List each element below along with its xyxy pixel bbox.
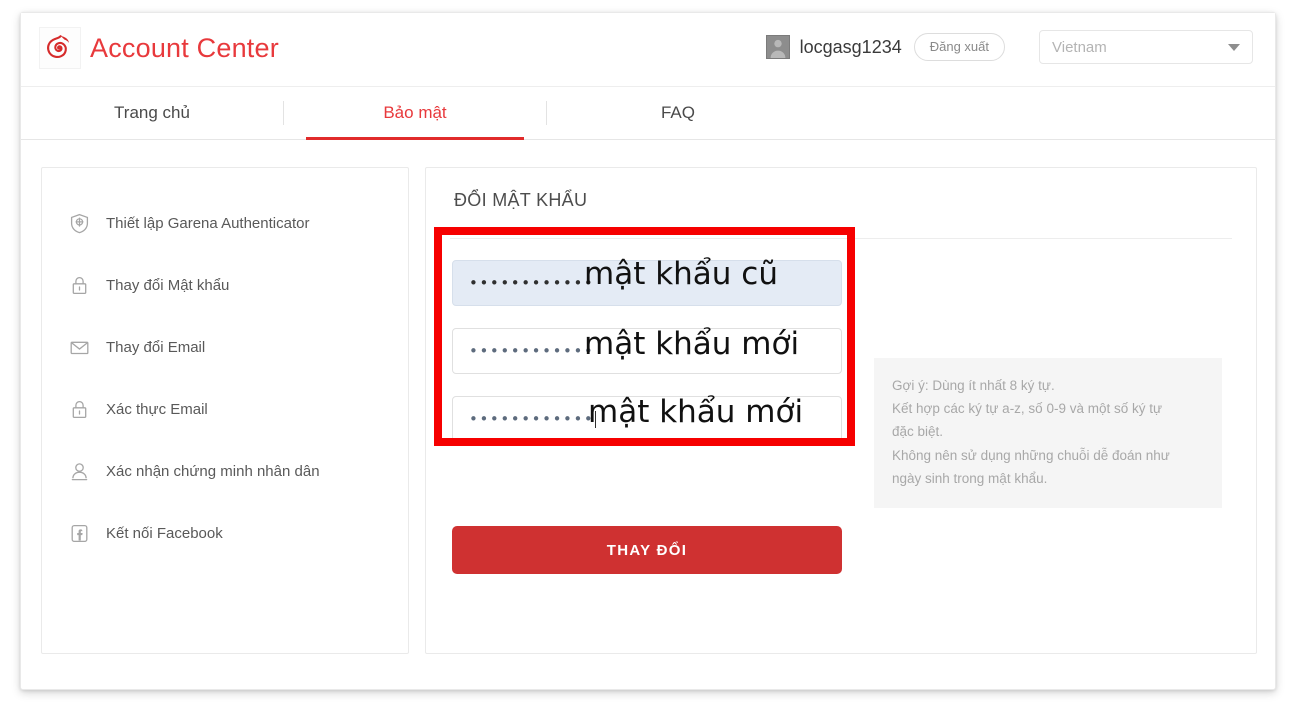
sidebar-item-label: Xác thực Email (106, 400, 208, 418)
new-password-value: •••••••••••• (469, 341, 595, 360)
tab-label: Trang chủ (114, 103, 190, 122)
sidebar-item-label: Kết nối Facebook (106, 524, 223, 542)
tab-label: Bảo mật (383, 103, 447, 122)
app-header: Account Center locgasg1234 Đăng xuất Vie… (21, 13, 1275, 87)
page-title: ĐỔI MẬT KHẨU (454, 190, 588, 210)
confirm-password-input[interactable]: •••••••••••• (452, 396, 842, 442)
submit-change-password-button[interactable]: THAY ĐỔI (452, 526, 842, 574)
person-id-icon (68, 460, 90, 482)
hint-line: đặc biệt. (892, 424, 944, 440)
logout-button[interactable]: Đăng xuất (913, 33, 1005, 61)
region-select-value: Vietnam (1052, 38, 1107, 56)
garena-logo-icon (39, 27, 81, 69)
body-area: Thiết lập Garena Authenticator Thay đổi … (21, 140, 1275, 691)
tab-trang-chu[interactable]: Trang chủ (21, 87, 283, 139)
envelope-icon (68, 336, 90, 358)
current-password-input[interactable]: •••••••••••• (452, 260, 842, 306)
change-password-panel: ĐỔI MẬT KHẨU •••••••••••• •••••••••••• •… (425, 167, 1257, 654)
screen-root: Account Center locgasg1234 Đăng xuất Vie… (0, 0, 1300, 704)
sidebar-item-authenticator[interactable]: Thiết lập Garena Authenticator (42, 192, 408, 254)
lock-icon (68, 274, 90, 296)
hint-line: Gợi ý: Dùng ít nhất 8 ký tự. (892, 378, 1055, 393)
new-password-input[interactable]: •••••••••••• (452, 328, 842, 374)
tab-faq[interactable]: FAQ (547, 87, 809, 139)
sidebar-item-label: Thay đổi Email (106, 338, 206, 356)
panel-divider (450, 238, 1232, 239)
tab-bao-mat[interactable]: Bảo mật (284, 87, 546, 140)
hint-line: Kết hợp các ký tự a-z, số 0-9 và một số … (892, 401, 1163, 417)
text-cursor (595, 410, 597, 428)
brand: Account Center (39, 27, 279, 69)
sidebar-item-label: Thiết lập Garena Authenticator (106, 214, 310, 232)
sidebar-item-verify-id[interactable]: Xác nhận chứng minh nhân dân (42, 440, 408, 502)
shield-icon (68, 212, 90, 234)
current-password-value: •••••••••••• (469, 273, 595, 292)
password-hint-box: Gợi ý: Dùng ít nhất 8 ký tự. Kết hợp các… (874, 358, 1222, 509)
confirm-password-value: •••••••••••• (469, 409, 595, 428)
sidebar-item-label: Xác nhận chứng minh nhân dân (106, 462, 320, 480)
region-select[interactable]: Vietnam (1039, 30, 1253, 64)
lock-icon (68, 398, 90, 420)
security-sidebar: Thiết lập Garena Authenticator Thay đổi … (41, 167, 409, 654)
sidebar-item-label: Thay đổi Mật khẩu (106, 276, 230, 294)
sidebar-item-verify-email[interactable]: Xác thực Email (42, 378, 408, 440)
user-avatar-icon (765, 35, 790, 59)
sidebar-item-change-email[interactable]: Thay đổi Email (42, 316, 408, 378)
app-title: Account Center (90, 32, 279, 63)
username-label: locgasg1234 (799, 36, 902, 57)
sidebar-item-change-password[interactable]: Thay đổi Mật khẩu (42, 254, 408, 316)
chevron-down-icon (1228, 43, 1240, 51)
hint-line: Không nên sử dụng những chuỗi dễ đoán nh… (892, 447, 1170, 463)
nav-tabs: Trang chủ Bảo mật FAQ (21, 87, 1275, 140)
page-card: Account Center locgasg1234 Đăng xuất Vie… (20, 12, 1276, 690)
header-account-area: locgasg1234 Đăng xuất Vietnam (765, 30, 1253, 64)
tab-label: FAQ (660, 103, 695, 122)
sidebar-item-facebook[interactable]: Kết nối Facebook (42, 502, 408, 564)
facebook-icon (68, 522, 90, 544)
hint-line: ngày sinh trong mật khẩu. (892, 470, 1048, 486)
